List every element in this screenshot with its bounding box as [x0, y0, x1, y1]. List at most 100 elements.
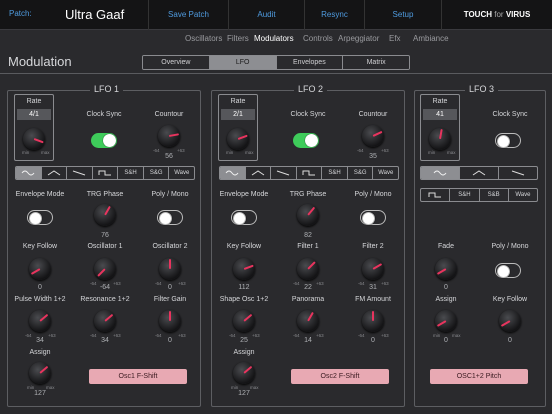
wave-triangle-icon[interactable] [42, 167, 68, 179]
lfo3-poly-mono-toggle[interactable] [495, 263, 521, 278]
tab-oscillators[interactable]: Oscillators [185, 34, 222, 43]
max-label: max [447, 150, 456, 155]
lfo2-key-follow-knob[interactable] [233, 258, 255, 280]
wave-saw-icon[interactable] [67, 167, 93, 179]
wave-triangle-icon[interactable] [460, 167, 499, 179]
resync-button[interactable]: Resync [304, 0, 364, 30]
segment-envelopes[interactable]: Envelopes [276, 56, 344, 69]
setup-button[interactable]: Setup [364, 0, 441, 30]
wave-sh-button[interactable]: S&H [118, 167, 144, 179]
tab-controls[interactable]: Controls [303, 34, 333, 43]
wave-sine-icon[interactable] [16, 167, 42, 179]
page-title: Modulation [8, 54, 72, 69]
wave-saw-icon[interactable] [271, 167, 297, 179]
wave-square-icon[interactable] [297, 167, 323, 179]
lfo1-resonance-knob[interactable] [94, 310, 116, 332]
tab-arpeggiator[interactable]: Arpeggiator [338, 34, 379, 43]
lfo1-assign-knob[interactable] [29, 362, 51, 384]
lfo1-assign-target-button[interactable]: Osc1 F-Shift [89, 369, 187, 384]
audit-button[interactable]: Audit [228, 0, 304, 30]
wave-saw-icon[interactable] [499, 167, 537, 179]
lfo3-clock-sync-label: Clock Sync [492, 111, 528, 118]
lfo3-fade-knob[interactable] [435, 258, 457, 280]
lfo1-osc2-value: 0 [168, 284, 172, 291]
tab-modulators[interactable]: Modulators [254, 34, 294, 43]
wave-sb-button[interactable]: S&B [480, 189, 509, 201]
lfo3-assign-target-button[interactable]: OSC1+2 Pitch [430, 369, 528, 384]
wave-sh-button[interactable]: S&H [322, 167, 348, 179]
wave-more-button[interactable]: Wave [373, 167, 398, 179]
lfo3-assign-knob[interactable] [435, 310, 457, 332]
lfo3-assign-label: Assign [435, 296, 457, 303]
lfo2-poly-mono-toggle[interactable] [360, 210, 386, 225]
lfo1-assign-value: 127 [34, 390, 46, 397]
lfo1-key-follow-knob[interactable] [29, 258, 51, 280]
lfo1-clock-sync-toggle[interactable] [91, 133, 117, 148]
lfo1-rate-knob[interactable] [23, 128, 45, 150]
lfo1-clock-sync-label: Clock Sync [86, 111, 122, 118]
min-label: min [226, 150, 234, 155]
lfo2-assign-knob[interactable] [233, 362, 255, 384]
wave-more-button[interactable]: Wave [169, 167, 194, 179]
lfo3-fade-value: 0 [444, 284, 448, 291]
wave-sine-icon[interactable] [421, 167, 460, 179]
max-label: max [41, 150, 50, 155]
wave-sh-button[interactable]: S&H [450, 189, 480, 201]
wave-square-icon[interactable] [93, 167, 119, 179]
wave-triangle-icon[interactable] [246, 167, 272, 179]
lfo2-filter2-knob[interactable] [362, 258, 384, 280]
lfo2-rate-knob[interactable] [227, 128, 249, 150]
lfo1-assign-label: Assign [29, 349, 51, 356]
lfo2-rate-label: Rate [230, 98, 246, 105]
lfo3-rate-knob[interactable] [429, 128, 451, 150]
lfo3-key-follow-knob[interactable] [499, 310, 521, 332]
patch-name[interactable]: Ultra Gaaf [65, 7, 124, 22]
wave-sine-icon[interactable] [220, 167, 246, 179]
lfo2-contour-value: 35 [369, 153, 377, 160]
segment-overview[interactable]: Overview [143, 56, 210, 69]
lfo1-key-follow-value: 0 [38, 284, 42, 291]
lfo1-contour-label: Countour [154, 111, 184, 118]
lfo2-clock-sync-toggle[interactable] [293, 133, 319, 148]
lfo1-envelope-mode-toggle[interactable] [27, 210, 53, 225]
lfo1-osc1-knob[interactable] [94, 258, 116, 280]
lfo2-envelope-mode-toggle[interactable] [231, 210, 257, 225]
lfo1-trg-phase-knob[interactable] [94, 204, 116, 226]
lfo2-panorama-knob[interactable] [297, 310, 319, 332]
lfo3-fade-label: Fade [438, 243, 454, 250]
lfo1-osc2-knob[interactable] [159, 258, 181, 280]
lfo3-rate-label: Rate [432, 98, 448, 105]
save-patch-button[interactable]: Save Patch [148, 0, 228, 30]
lfo2-waveform-selector: S&H S&G Wave [219, 166, 399, 180]
lfo1-key-follow-label: Key Follow [22, 243, 58, 250]
lfo2-panorama-label: Panorama [291, 296, 325, 303]
tab-ambiance[interactable]: Ambiance [413, 34, 449, 43]
lfo3-assign-value: 0 [444, 337, 448, 344]
lfo2-fm-amount-knob[interactable] [362, 310, 384, 332]
segment-matrix[interactable]: Matrix [343, 56, 409, 69]
lfo1-pulse-width-knob[interactable] [29, 310, 51, 332]
wave-more-button[interactable]: Wave [509, 189, 537, 201]
lfo1-contour-knob[interactable] [158, 125, 180, 147]
lfo1-poly-mono-toggle[interactable] [157, 210, 183, 225]
lfo2-assign-value: 127 [238, 390, 250, 397]
lfo2-assign-target-button[interactable]: Osc2 F-Shift [291, 369, 389, 384]
lfo2-filter2-value: 31 [369, 284, 377, 291]
lfo1-poly-mono-label: Poly / Mono [151, 191, 189, 198]
wave-sg-button[interactable]: S&G [144, 167, 170, 179]
wave-square-icon[interactable] [421, 189, 451, 201]
tab-filters[interactable]: Filters [227, 34, 249, 43]
tab-efx[interactable]: Efx [389, 34, 401, 43]
segment-lfo[interactable]: LFO [209, 56, 277, 69]
lfo2-filter2-label: Filter 2 [362, 243, 384, 250]
lfo1-trg-phase-value: 76 [101, 232, 109, 239]
lfo2-trg-phase-knob[interactable] [297, 204, 319, 226]
lfo2-filter1-knob[interactable] [297, 258, 319, 280]
lfo2-shape-osc-knob[interactable] [233, 310, 255, 332]
lfo2-clock-sync-label: Clock Sync [290, 111, 326, 118]
lfo3-clock-sync-toggle[interactable] [495, 133, 521, 148]
lfo1-filter-gain-knob[interactable] [159, 310, 181, 332]
lfo2-contour-knob[interactable] [362, 125, 384, 147]
lfo1-resonance-label: Resonance 1+2 [80, 296, 130, 303]
wave-sg-button[interactable]: S&G [348, 167, 374, 179]
